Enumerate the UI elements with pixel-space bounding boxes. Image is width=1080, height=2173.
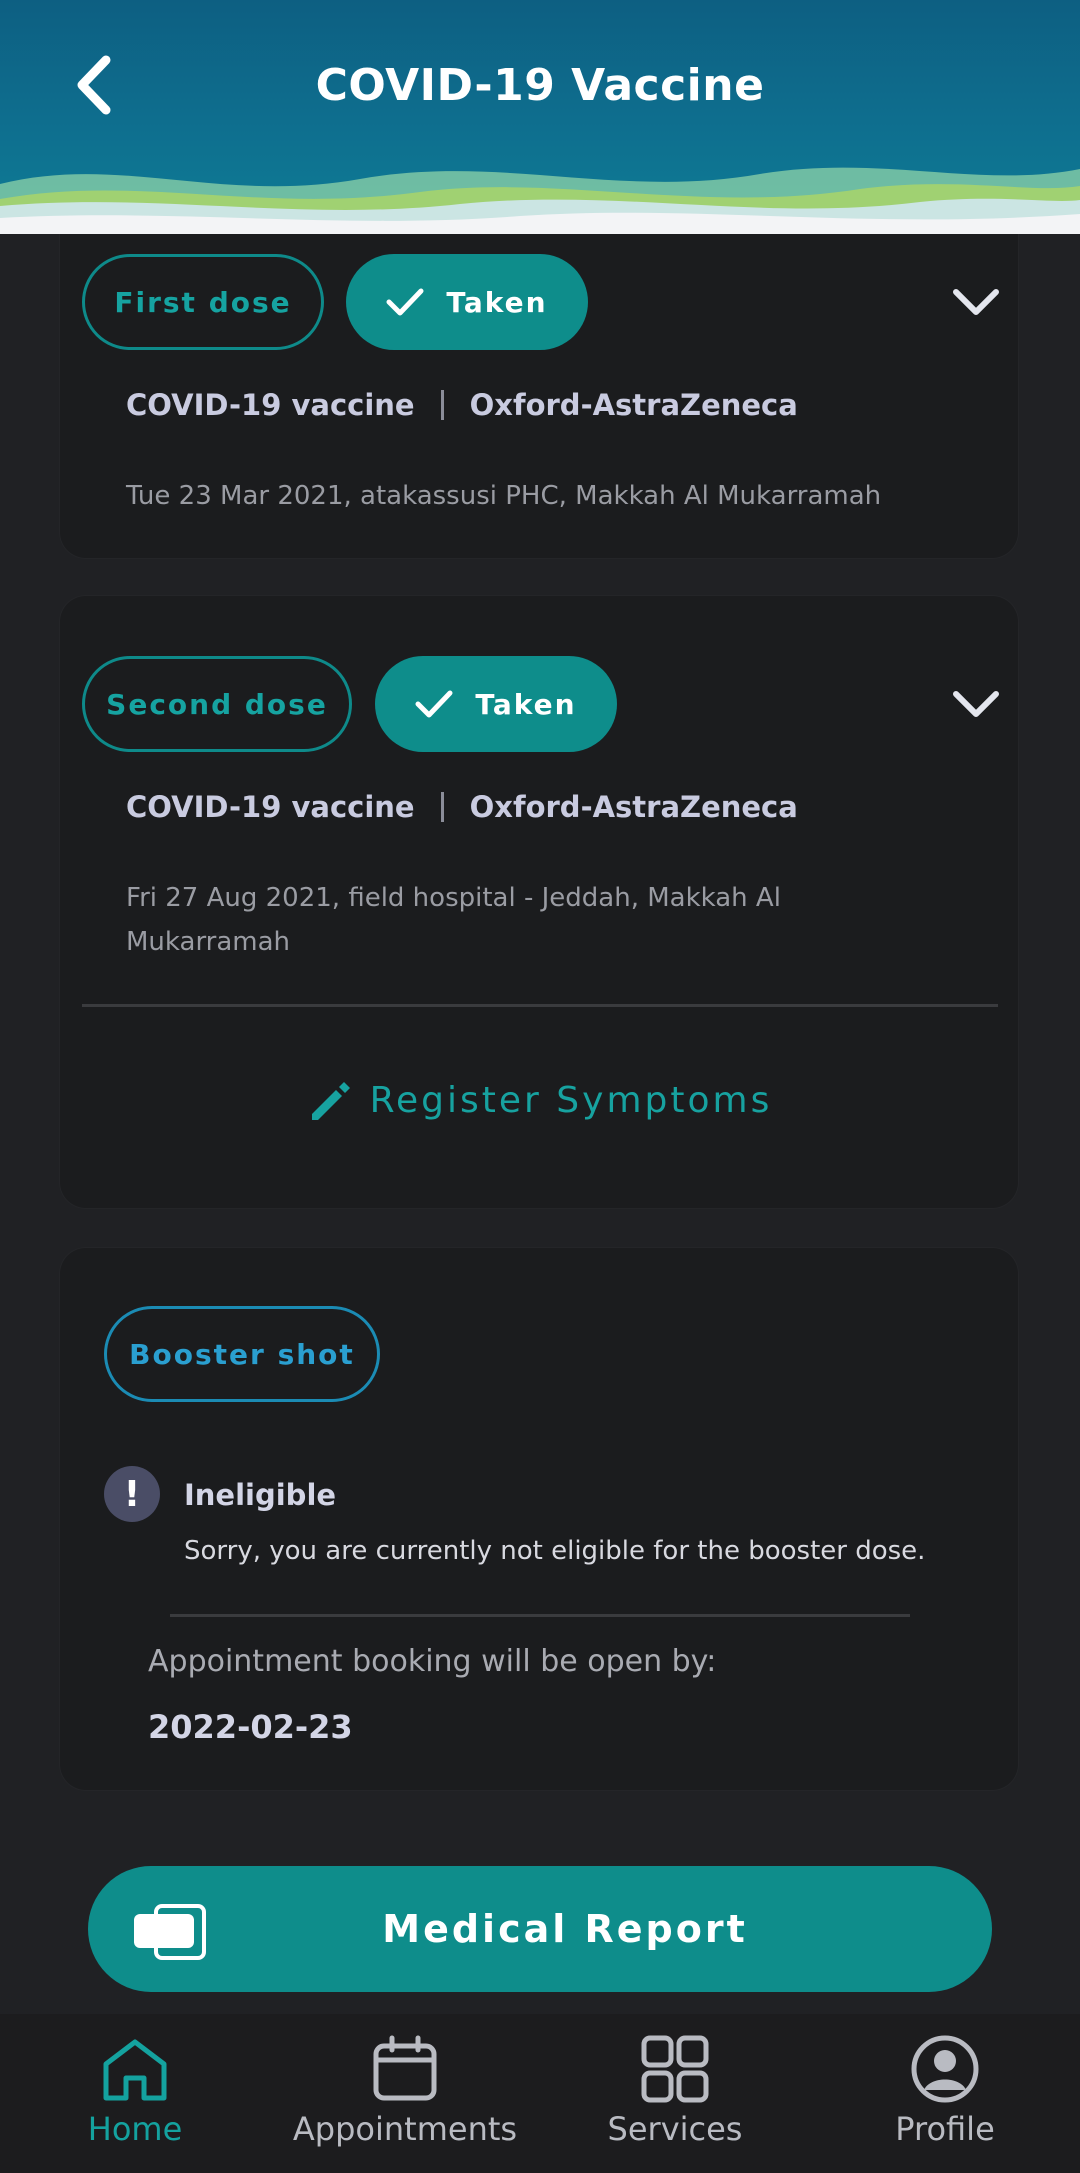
nav-profile-label: Profile bbox=[895, 2110, 995, 2148]
status-label: Taken bbox=[446, 285, 548, 319]
separator bbox=[440, 390, 444, 420]
manufacturer-name: Oxford-AstraZeneca bbox=[469, 790, 798, 824]
second-dose-pill: Second dose bbox=[82, 656, 352, 752]
grid-icon bbox=[641, 2035, 709, 2103]
register-symptoms-label: Register Symptoms bbox=[369, 1079, 773, 1121]
medical-report-label: Medical Report bbox=[382, 1907, 748, 1951]
nav-appointments-label: Appointments bbox=[292, 2110, 518, 2148]
nav-profile[interactable]: Profile bbox=[880, 2014, 1010, 2173]
check-icon bbox=[415, 690, 453, 718]
user-icon bbox=[911, 2035, 979, 2103]
bottom-navigation: Home Appointments Services Profile bbox=[0, 2014, 1080, 2173]
medical-report-button[interactable]: Medical Report bbox=[88, 1866, 992, 1992]
manufacturer-name: Oxford-AstraZeneca bbox=[469, 388, 798, 422]
first-dose-card: First dose Taken COVID-19 vaccine Oxford… bbox=[60, 234, 1018, 558]
eligibility-status: Ineligible bbox=[184, 1478, 337, 1512]
vaccine-name: COVID-19 vaccine bbox=[126, 790, 415, 824]
second-dose-status-badge: Taken bbox=[375, 656, 617, 752]
documents-icon bbox=[134, 1904, 206, 1960]
dose-details: Fri 27 Aug 2021, field hospital - Jeddah… bbox=[126, 883, 781, 957]
first-dose-status-badge: Taken bbox=[346, 254, 588, 350]
register-symptoms-button[interactable]: Register Symptoms bbox=[60, 1076, 1018, 1124]
booster-card: Booster shot ! Ineligible Sorry, you are… bbox=[60, 1248, 1018, 1790]
chevron-down-icon[interactable] bbox=[952, 690, 1000, 720]
first-dose-pill: First dose bbox=[82, 254, 324, 350]
booster-divider bbox=[170, 1614, 910, 1617]
page-title: COVID-19 Vaccine bbox=[315, 60, 765, 111]
home-icon bbox=[103, 2039, 167, 2101]
vaccine-row: COVID-19 vaccine Oxford-AstraZeneca bbox=[126, 388, 798, 422]
separator bbox=[440, 792, 444, 822]
booster-shot-pill: Booster shot bbox=[104, 1306, 380, 1402]
eligibility-message: Sorry, you are currently not eligible fo… bbox=[184, 1536, 926, 1566]
booking-open-date: 2022-02-23 bbox=[148, 1708, 353, 1746]
nav-services[interactable]: Services bbox=[600, 2014, 750, 2173]
exclamation-icon: ! bbox=[104, 1466, 160, 1522]
dose-details: Tue 23 Mar 2021, atakassusi PHC, Makkah … bbox=[126, 481, 882, 511]
status-label: Taken bbox=[475, 687, 577, 721]
pencil-icon bbox=[311, 1082, 350, 1120]
nav-appointments[interactable]: Appointments bbox=[290, 2014, 520, 2173]
booking-open-label: Appointment booking will be open by: bbox=[148, 1644, 717, 1679]
second-dose-card: Second dose Taken COVID-19 vaccine Oxfor… bbox=[60, 596, 1018, 1208]
vaccine-name: COVID-19 vaccine bbox=[126, 388, 415, 422]
check-icon bbox=[386, 288, 424, 316]
nav-services-label: Services bbox=[607, 2110, 743, 2148]
app-header: COVID-19 Vaccine bbox=[0, 0, 1080, 234]
nav-home[interactable]: Home bbox=[70, 2014, 200, 2173]
header-wave-decoration bbox=[0, 167, 1080, 234]
vaccine-row: COVID-19 vaccine Oxford-AstraZeneca bbox=[126, 790, 798, 824]
nav-home-label: Home bbox=[87, 2110, 183, 2148]
calendar-icon bbox=[373, 2035, 437, 2101]
chevron-down-icon[interactable] bbox=[952, 288, 1000, 318]
card-divider bbox=[82, 1004, 998, 1007]
